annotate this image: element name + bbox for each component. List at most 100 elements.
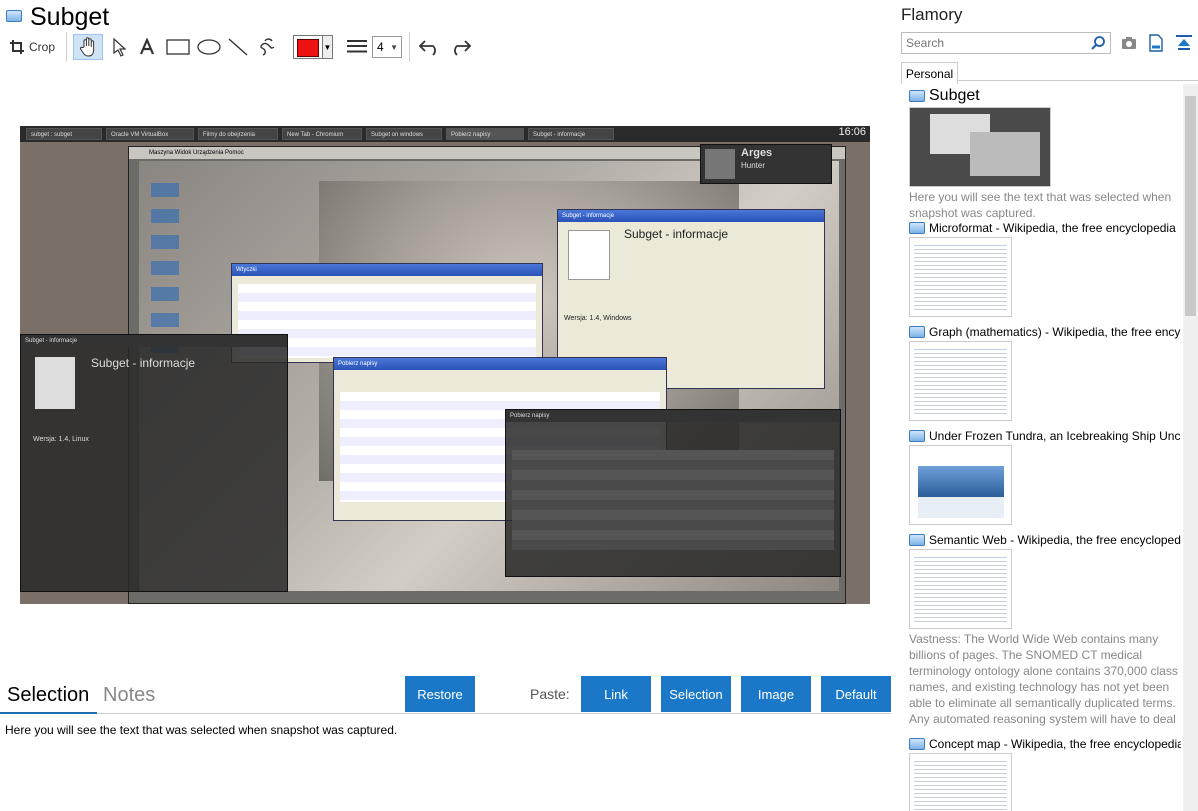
sidebar-title: Flamory [901,5,963,24]
list-item-thumbnail [909,445,1012,525]
snapshot-app-logo [35,357,75,409]
selected-text-area[interactable]: Here you will see the text that was sele… [5,723,397,737]
list-item-thumbnail [909,549,1012,629]
snapshot-task-tab: subget : subget [26,128,102,140]
snapshot-task-tab: New Tab - Chromium [282,128,362,140]
paste-link-button[interactable]: Link [581,676,651,712]
list-item[interactable]: Under Frozen Tundra, an Icebreaking Ship… [909,429,1181,525]
collapse-top-icon[interactable] [1175,35,1193,56]
line-width-value: 4 [377,40,384,54]
tab-selection[interactable]: Selection [7,684,89,707]
list-item[interactable]: Concept map - Wikipedia, the free encycl… [909,737,1181,811]
chevron-down-icon: ▼ [390,42,398,52]
thumb-lines [914,242,1007,312]
rectangle-icon [166,39,190,55]
thumb-lines [914,554,1007,624]
list-item[interactable]: Subget Here you will see the text that w… [909,87,1181,221]
paste-default-button[interactable]: Default [821,676,891,712]
snapshot-window-title: Wtyczki [232,264,542,276]
snapshot-task-tab: Subget on windows [366,128,442,140]
thumb-window [970,132,1040,176]
app-icon [909,534,925,546]
search-icon[interactable] [1090,35,1106,56]
list-item-thumbnail [909,237,1012,317]
list-item[interactable]: Semantic Web - Wikipedia, the free encyc… [909,533,1181,727]
snapshot-task-tab: Subget - informacje [528,128,614,140]
restore-button[interactable]: Restore [405,676,475,712]
thumb-lines [914,758,1007,811]
snapshot-task-tab: Filmy do obejrzenia [198,128,278,140]
ellipse-tool-button[interactable] [195,34,223,60]
sidebar-tab-line [958,80,1198,81]
line-width-icon-button[interactable] [343,34,371,60]
ellipse-icon [197,39,221,55]
snapshot-download-window-dark: Pobierz napisy [505,409,841,577]
list-item[interactable]: Graph (mathematics) - Wikipedia, the fre… [909,325,1181,421]
paste-label: Paste: [530,686,570,702]
snapshot-notification-thumb [705,149,735,179]
list-item-title: Subget [929,87,980,104]
snapshot-desktop-icons [151,183,179,353]
text-a-icon [139,38,155,56]
text-tool-button[interactable] [135,34,159,60]
app-icon [909,222,925,234]
crop-icon [9,39,25,55]
tab-notes[interactable]: Notes [103,684,155,707]
list-item[interactable]: Microformat - Wikipedia, the free encycl… [909,221,1181,317]
snapshot-window-title: Subget - informacje [558,210,824,222]
freehand-icon [259,37,277,57]
hand-tool-button[interactable] [73,34,103,60]
color-picker[interactable]: ▼ [293,35,333,59]
paste-selection-button[interactable]: Selection [661,676,731,712]
crop-button[interactable]: Crop [6,34,58,60]
list-item-thumbnail [909,341,1012,421]
snapshot-info-window-dark: Subget - informacje Subget - informacje … [20,334,288,592]
paste-image-button[interactable]: Image [741,676,811,712]
list-item-description: Here you will see the text that was sele… [909,190,1172,220]
crop-label: Crop [28,40,55,54]
search-input[interactable] [901,32,1111,54]
snapshot-window-title: Pobierz napisy [334,358,666,370]
select-tool-button[interactable] [106,34,132,60]
app-icon [6,10,22,22]
page-title: Subget [30,3,110,31]
snapshot-app-logo [568,230,610,280]
rectangle-tool-button[interactable] [163,34,193,60]
snapshot-download-list-dark [512,450,834,550]
snapshot-clock: 16:06 [838,126,866,138]
line-tool-button[interactable] [225,34,251,60]
thumb-lines [914,346,1007,416]
snapshot-info-heading: Subget - informacje [624,227,729,241]
snapshot-info-heading: Subget - informacje [91,356,196,370]
line-width-icon [346,39,368,55]
active-tab-indicator [0,712,97,714]
line-icon [227,37,249,57]
chevron-down-icon: ▼ [322,36,332,58]
snapshot-window-title: Subget - informacje [21,335,287,347]
undo-button[interactable] [416,34,444,60]
tab-strip-line [0,713,891,714]
list-item-thumbnail [909,107,1051,187]
redo-button[interactable] [446,34,474,60]
sidebar-scroll-thumb[interactable] [1185,96,1196,316]
list-item-thumbnail [909,753,1012,811]
thumb-photo [918,466,1004,518]
tab-personal[interactable]: Personal [901,62,958,84]
redo-icon [448,38,472,56]
snapshot-info-version: Wersja: 1.4, Linux [33,436,89,443]
camera-icon[interactable] [1121,36,1137,55]
list-item-description: Vastness: The World Wide Web contains ma… [909,632,1178,726]
snapshot-task-tab: Pobierz napisy [446,128,524,140]
app-icon [909,430,925,442]
freehand-tool-button[interactable] [254,34,282,60]
snapshot-notification-sub: Hunter [741,161,766,170]
snapshot-notification: Arges Hunter [700,144,832,184]
snapshot-image: subget : subget Oracle VM VirtualBox Fil… [20,126,870,604]
document-icon[interactable] [1149,34,1163,57]
app-icon [909,326,925,338]
snapshot-taskbar: subget : subget Oracle VM VirtualBox Fil… [20,126,870,142]
list-item-title: Concept map - Wikipedia, the free encycl… [929,737,1181,751]
app-icon [909,90,925,102]
line-width-select[interactable]: 4 ▼ [372,36,402,58]
snapshot-notification-title: Arges [741,147,773,159]
